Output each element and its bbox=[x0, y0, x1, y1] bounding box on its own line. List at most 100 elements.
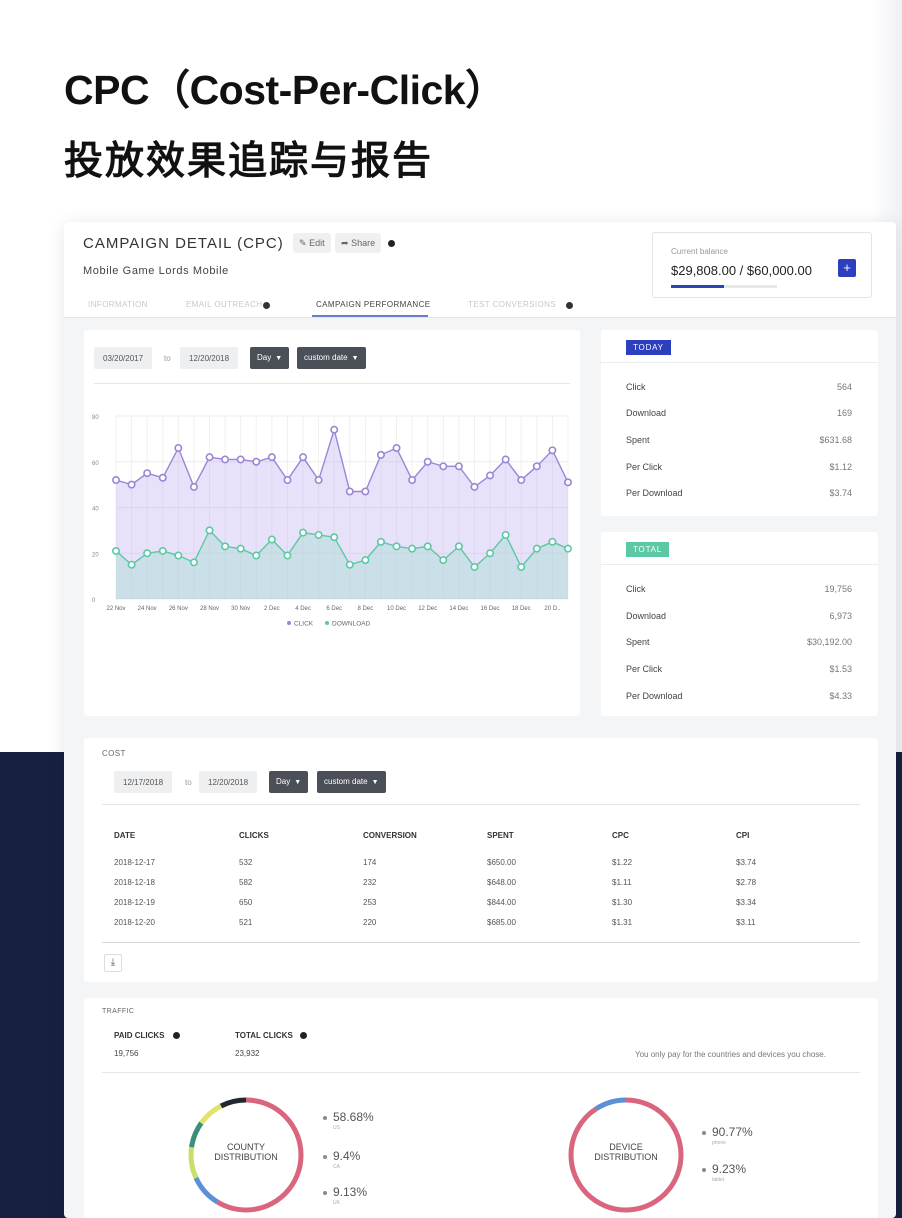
x-tick-label: 8 Dec bbox=[358, 606, 374, 612]
y-tick-label: 80 bbox=[92, 415, 99, 421]
tab-test-conversions[interactable]: TEST CONVERSIONS bbox=[468, 300, 556, 309]
balance-value: $29,808.00 / $60,000.00 bbox=[671, 263, 812, 278]
x-tick-label: 20 D.. bbox=[544, 606, 560, 612]
cell-date: 2018-12-18 bbox=[114, 878, 155, 887]
data-point bbox=[236, 455, 245, 464]
legend-pct: 9.23% bbox=[712, 1162, 747, 1176]
stat-value: 6,973 bbox=[829, 611, 852, 621]
legend-dot bbox=[323, 1115, 327, 1120]
campaign-header: CAMPAIGN DETAIL (CPC) ✎ Edit ➦ Share Mob… bbox=[64, 222, 896, 318]
data-point bbox=[486, 471, 495, 480]
stat-label: Click bbox=[626, 382, 646, 392]
interval-dropdown[interactable]: Day ▼ bbox=[250, 347, 290, 369]
caret-down-icon: ▼ bbox=[294, 779, 302, 786]
data-point bbox=[221, 455, 230, 464]
data-point bbox=[236, 544, 245, 553]
x-tick-label: 30 Nov bbox=[231, 606, 250, 612]
data-point bbox=[127, 560, 136, 569]
data-point bbox=[470, 482, 479, 491]
download-icon: ⤓ bbox=[110, 957, 116, 968]
start-date-input[interactable]: 03/20/2017 bbox=[94, 347, 153, 369]
to-label: to bbox=[185, 778, 192, 787]
cell-cpc: $1.11 bbox=[612, 878, 632, 887]
data-point bbox=[517, 476, 526, 485]
tab-email-outreach[interactable]: EMAIL OUTREACH bbox=[186, 300, 262, 309]
cell-spent: $844.00 bbox=[487, 898, 516, 907]
cost-end-date-input[interactable]: 12/20/2018 bbox=[199, 771, 258, 793]
data-point bbox=[376, 450, 385, 459]
cost-start-date-input[interactable]: 12/17/2018 bbox=[114, 771, 173, 793]
data-point bbox=[345, 560, 354, 569]
legend-dot bbox=[702, 1130, 706, 1135]
divider bbox=[102, 942, 860, 943]
data-point bbox=[517, 562, 526, 571]
y-tick-label: 20 bbox=[92, 552, 99, 558]
col-header-conversion: CONVERSION bbox=[363, 831, 417, 840]
info-icon[interactable] bbox=[300, 1032, 307, 1039]
add-funds-button[interactable]: + bbox=[838, 259, 856, 277]
tab-information[interactable]: INFORMATION bbox=[88, 300, 148, 309]
stat-label: Download bbox=[626, 408, 667, 418]
cell-clicks: 521 bbox=[239, 918, 253, 927]
data-point bbox=[283, 476, 292, 485]
data-point bbox=[532, 544, 541, 553]
stat-label: Per Click bbox=[626, 462, 663, 472]
cost-interval-dropdown[interactable]: Day ▼ bbox=[269, 771, 309, 793]
performance-chart-panel: 03/20/2017 to 12/20/2018 Day ▼ custom dat… bbox=[84, 330, 580, 716]
caret-down-icon: ▼ bbox=[351, 355, 359, 362]
data-point bbox=[221, 542, 230, 551]
download-button[interactable]: ⤓ bbox=[104, 954, 122, 972]
legend-sub-label: tablet bbox=[712, 1177, 725, 1183]
stat-label: Spent bbox=[626, 637, 650, 647]
stat-label: Download bbox=[626, 611, 667, 621]
data-point bbox=[127, 480, 136, 489]
game-name: Mobile Game Lords Mobile bbox=[83, 265, 229, 277]
paid-clicks-value: 19,756 bbox=[114, 1049, 139, 1058]
cell-clicks: 582 bbox=[239, 878, 253, 887]
cost-range-dropdown[interactable]: custom date ▼ bbox=[317, 771, 386, 793]
data-point bbox=[205, 453, 214, 462]
stat-label: Per Download bbox=[626, 691, 683, 701]
paid-clicks-label: PAID CLICKS bbox=[114, 1031, 165, 1040]
total-row-click: Click 19,756 bbox=[626, 584, 852, 594]
data-point bbox=[267, 535, 276, 544]
info-icon[interactable] bbox=[388, 240, 395, 247]
legend-dot bbox=[323, 1154, 327, 1159]
stat-value: 169 bbox=[836, 408, 852, 418]
cell-cpc: $1.22 bbox=[612, 858, 633, 867]
hero-subtitle: 投放效果追踪与报告 bbox=[64, 140, 434, 183]
country-donut-label: COUNTY DISTRIBUTION bbox=[186, 1142, 306, 1162]
info-icon[interactable] bbox=[173, 1032, 180, 1039]
tab-campaign-performance[interactable]: CAMPAIGN PERFORMANCE bbox=[316, 300, 431, 309]
today-row-spent: Spent $631.68 bbox=[626, 435, 852, 445]
col-header-spent: SPENT bbox=[487, 831, 514, 840]
info-icon[interactable] bbox=[263, 302, 270, 309]
data-point bbox=[174, 551, 183, 560]
range-dropdown[interactable]: custom date ▼ bbox=[297, 347, 366, 369]
share-button[interactable]: ➦ Share bbox=[335, 233, 382, 253]
data-point bbox=[392, 542, 401, 551]
cell-conversion: 253 bbox=[363, 898, 377, 907]
end-date-input[interactable]: 12/20/2018 bbox=[180, 347, 239, 369]
cell-cpc: $1.30 bbox=[612, 898, 633, 907]
x-tick-label: 4 Dec bbox=[295, 606, 311, 612]
range-value: custom date bbox=[304, 353, 348, 362]
today-badge: TODAY bbox=[626, 340, 671, 355]
cell-cpi: $3.11 bbox=[736, 918, 756, 927]
x-tick-label: 24 Nov bbox=[138, 606, 157, 612]
data-point bbox=[314, 530, 323, 539]
legend-pct: 9.13% bbox=[333, 1185, 368, 1199]
legend-pct: 90.77% bbox=[712, 1125, 753, 1139]
total-clicks-label: TOTAL CLICKS bbox=[235, 1031, 293, 1040]
info-icon[interactable] bbox=[566, 302, 573, 309]
data-point bbox=[158, 473, 167, 482]
campaign-title: CAMPAIGN DETAIL (CPC) bbox=[83, 235, 284, 252]
stat-value: $1.53 bbox=[829, 664, 852, 674]
edit-button[interactable]: ✎ Edit bbox=[293, 233, 331, 253]
stat-label: Per Download bbox=[626, 488, 683, 498]
data-point bbox=[548, 446, 557, 455]
legend-pct: 58.68% bbox=[333, 1110, 374, 1124]
caret-down-icon: ▼ bbox=[371, 779, 379, 786]
data-point bbox=[501, 530, 510, 539]
cell-spent: $650.00 bbox=[487, 858, 516, 867]
